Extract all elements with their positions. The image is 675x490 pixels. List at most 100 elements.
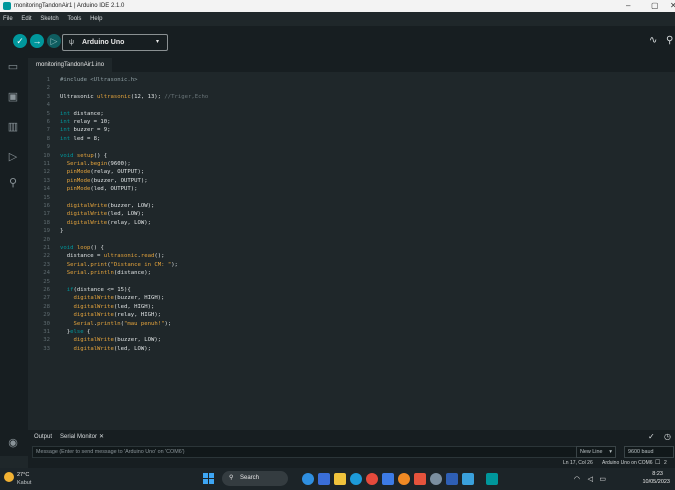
line-ending-select[interactable]: New Line ▾	[576, 446, 616, 458]
code-line[interactable]: 28 digitalWrite(led, HIGH);	[28, 303, 675, 311]
search-icon[interactable]: ⚲	[6, 176, 20, 190]
chevron-down-icon: ▾	[155, 39, 159, 45]
code-token: begin	[90, 161, 108, 167]
code-line[interactable]: 24 Serial.println(distance);	[28, 269, 675, 277]
code-token: (led, LOW);	[113, 345, 151, 352]
code-line[interactable]: 33 digitalWrite(led, LOW);	[28, 345, 675, 353]
task-view-icon[interactable]	[318, 473, 330, 485]
taskbar-search[interactable]: ⚲ Search	[222, 471, 288, 486]
code-line[interactable]: 32 digitalWrite(buzzer, LOW);	[28, 336, 675, 344]
line-number: 24	[43, 270, 50, 277]
code-token: digitalWrite	[66, 211, 108, 218]
code-line[interactable]: 14 pinMode(led, OUTPUT);	[28, 185, 675, 193]
edge-browser-icon[interactable]	[350, 473, 362, 485]
code-line[interactable]: 7 int buzzer = 9;	[28, 126, 675, 134]
close-button[interactable]: ✕	[670, 0, 675, 12]
code-line[interactable]: 1 #include <Ultrasonic.h>	[28, 76, 675, 84]
code-token: int	[60, 110, 71, 117]
arrow-right-icon: →	[32, 36, 42, 46]
account-icon[interactable]: ◉	[6, 436, 20, 450]
windows-start-button[interactable]	[203, 473, 215, 485]
board-manager-icon[interactable]: ▣	[6, 90, 20, 104]
file-explorer-icon[interactable]	[334, 473, 346, 485]
tab-output[interactable]: Output	[34, 430, 52, 444]
code-text: digitalWrite(buzzer, LOW);	[60, 202, 155, 210]
waveform-icon[interactable]: ∿	[649, 35, 657, 46]
office-icon[interactable]	[414, 473, 426, 485]
code-line[interactable]: 23 Serial.print("Distance in CM: ");	[28, 261, 675, 269]
code-line[interactable]: 27 digitalWrite(buzzer, HIGH);	[28, 294, 675, 302]
code-line[interactable]: 11 Serial.begin(9600);	[28, 160, 675, 168]
code-token: distance;	[70, 110, 104, 117]
chrome-browser-icon[interactable]	[366, 473, 378, 485]
code-line[interactable]: 13 pinMode(buzzer, OUTPUT);	[28, 177, 675, 185]
code-token: (buzzer, OUTPUT);	[90, 177, 148, 184]
serial-message-input[interactable]: Message (Enter to send message to 'Ardui…	[32, 446, 599, 458]
code-line[interactable]: 20	[28, 236, 675, 244]
code-token: Serial	[66, 161, 87, 167]
menu-tools[interactable]: Tools	[67, 16, 81, 22]
arduino-taskbar-icon[interactable]	[486, 473, 498, 485]
baud-rate-value: 9600 baud	[628, 449, 654, 455]
code-line[interactable]: 21 void loop() {	[28, 244, 675, 252]
upload-button[interactable]: →	[30, 34, 44, 48]
verify-button[interactable]: ✓	[13, 34, 27, 48]
code-line[interactable]: 29 digitalWrite(relay, HIGH);	[28, 311, 675, 319]
code-token: }	[60, 329, 71, 335]
wifi-icon[interactable]: ◠	[574, 475, 580, 483]
menu-edit[interactable]: Edit	[21, 16, 31, 22]
code-line[interactable]: 8 int led = 8;	[28, 135, 675, 143]
code-line[interactable]: 5 int distance;	[28, 110, 675, 118]
code-line[interactable]: 4	[28, 101, 675, 109]
debug-icon[interactable]: ▷	[6, 150, 20, 164]
code-line[interactable]: 22 distance = ultrasonic.read();	[28, 252, 675, 260]
code-line[interactable]: 26 if(distance <= 15){	[28, 286, 675, 294]
clock-icon[interactable]: ◷	[664, 430, 671, 444]
tab-serial-monitor[interactable]: Serial Monitor	[60, 430, 97, 444]
baud-rate-select[interactable]: 9600 baud	[624, 446, 674, 458]
board-selector[interactable]: ψ Arduino Uno ▾	[62, 34, 168, 51]
debug-button[interactable]: ▷	[47, 34, 61, 48]
magnifier-icon[interactable]: ⚲	[666, 35, 673, 46]
code-line[interactable]: 31 }else {	[28, 328, 675, 336]
code-line[interactable]: 30 Serial.println("mau penuh!");	[28, 320, 675, 328]
code-line[interactable]: 17 digitalWrite(led, LOW);	[28, 210, 675, 218]
close-icon[interactable]: ✕	[99, 430, 104, 444]
code-text: if(distance <= 15){	[60, 286, 131, 294]
speaker-icon[interactable]: ◁	[588, 475, 593, 483]
code-line[interactable]: 9	[28, 143, 675, 151]
menu-file[interactable]: File	[3, 16, 13, 22]
code-line[interactable]: 12 pinMode(relay, OUTPUT);	[28, 168, 675, 176]
store-icon[interactable]	[382, 473, 394, 485]
code-line[interactable]: 2	[28, 84, 675, 92]
firefox-icon[interactable]	[398, 473, 410, 485]
line-number: 17	[43, 211, 50, 218]
chat-app-icon[interactable]	[302, 473, 314, 485]
menu-sketch[interactable]: Sketch	[40, 16, 58, 22]
battery-icon[interactable]: ▭	[599, 475, 606, 483]
menu-help[interactable]: Help	[90, 16, 102, 22]
minimize-button[interactable]: –	[626, 0, 630, 12]
library-manager-icon[interactable]: ▥	[6, 120, 20, 134]
code-editor[interactable]: 1 #include <Ultrasonic.h> 2 3 Ultrasonic ult…	[28, 72, 675, 430]
code-line[interactable]: 10 void setup() {	[28, 152, 675, 160]
word-icon[interactable]	[446, 473, 458, 485]
code-token: (relay, OUTPUT);	[90, 169, 145, 176]
code-line[interactable]: 6 int relay = 10;	[28, 118, 675, 126]
code-token: digitalWrite	[73, 312, 114, 319]
notifications-icon[interactable]: ☐	[655, 458, 660, 468]
settings-icon[interactable]	[430, 473, 442, 485]
code-token: println	[97, 320, 121, 327]
code-line[interactable]: 25	[28, 278, 675, 286]
code-line[interactable]: 16 digitalWrite(buzzer, LOW);	[28, 202, 675, 210]
folder-icon[interactable]: ▭	[6, 60, 20, 74]
photos-icon[interactable]	[462, 473, 474, 485]
code-line[interactable]: 18 digitalWrite(relay, LOW);	[28, 219, 675, 227]
code-line[interactable]: 19}	[28, 227, 675, 235]
code-line[interactable]: 15	[28, 194, 675, 202]
toggle-autoscroll-icon[interactable]: ✓	[648, 430, 655, 444]
maximize-button[interactable]: ▢	[651, 0, 659, 12]
code-line[interactable]: 3 Ultrasonic ultrasonic(12, 13); //Triger…	[28, 93, 675, 101]
tab-sketch-file[interactable]: monitoringTandonAir1.ino	[28, 58, 113, 72]
